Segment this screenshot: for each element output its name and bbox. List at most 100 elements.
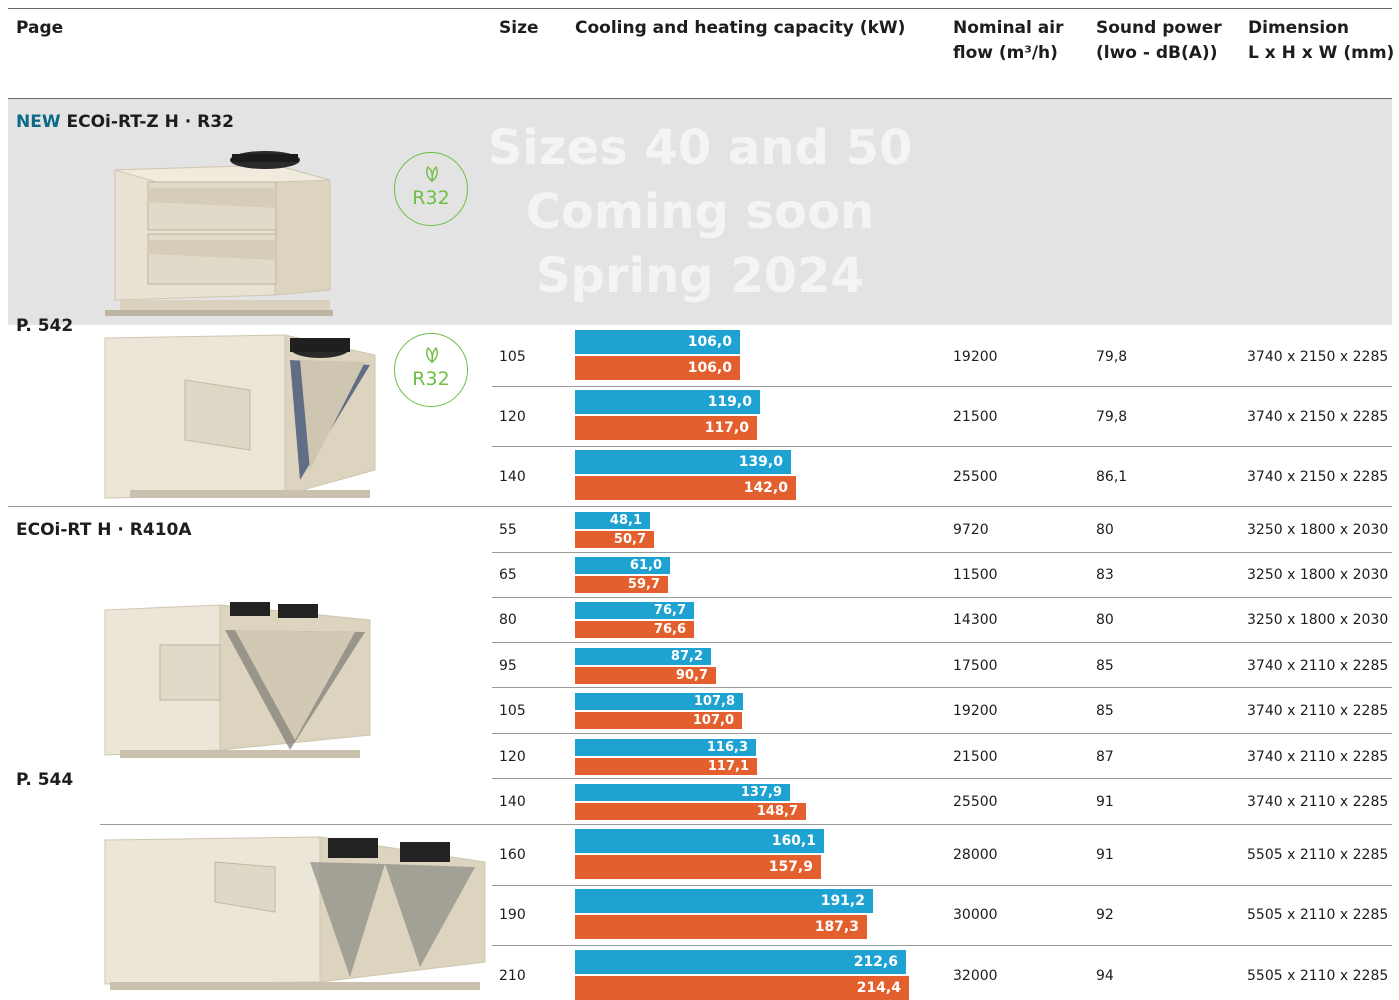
dimension-cell: 3250 x 1800 x 2030 [1247, 522, 1389, 538]
airflow-cell: 30000 [953, 907, 998, 923]
size-cell: 105 [499, 349, 526, 365]
cooling-capacity-bar: 87,2 [575, 648, 711, 665]
r32-badge-text-1: R32 [412, 187, 450, 209]
header-page: Page [16, 18, 64, 38]
header-airflow-line1: Nominal air [953, 18, 1064, 38]
airflow-cell: 32000 [953, 968, 998, 984]
size-cell: 120 [499, 749, 526, 765]
new-label: NEW [16, 112, 61, 132]
airflow-cell: 21500 [953, 749, 998, 765]
leaf-icon [426, 165, 438, 183]
page-ref-544: P. 544 [16, 770, 74, 790]
cooling-capacity-bar: 76,7 [575, 602, 694, 619]
airflow-cell: 25500 [953, 794, 998, 810]
size-cell: 160 [499, 847, 526, 863]
rooftop-unit-image-r32 [104, 334, 376, 499]
header-dimension-line2: L x H x W (mm) [1248, 43, 1395, 63]
row-divider [492, 733, 1392, 734]
airflow-cell: 25500 [953, 469, 998, 485]
size-cell: 140 [499, 794, 526, 810]
section1-title: NEW ECOi-RT-Z H · R32 [16, 112, 234, 132]
top-rule [8, 8, 1392, 9]
heating-capacity-bar: 117,1 [575, 758, 757, 775]
airflow-cell: 14300 [953, 612, 998, 628]
cooling-capacity-bar: 61,0 [575, 557, 670, 574]
size-cell: 65 [499, 567, 517, 583]
size-cell: 210 [499, 968, 526, 984]
airflow-cell: 19200 [953, 703, 998, 719]
cooling-capacity-bar: 106,0 [575, 330, 740, 354]
header-sound-line1: Sound power [1096, 18, 1222, 38]
dimension-cell: 5505 x 2110 x 2285 [1247, 968, 1389, 984]
r32-badge-2: R32 [394, 333, 468, 407]
sound-cell: 85 [1096, 703, 1114, 719]
sound-cell: 85 [1096, 658, 1114, 674]
sound-cell: 86,1 [1096, 469, 1128, 485]
header-sound-line2: (lwo - dB(A)) [1096, 43, 1218, 63]
coming-soon-line2: Coming soon [525, 184, 875, 240]
cooling-capacity-bar: 137,9 [575, 784, 790, 801]
heating-capacity-bar: 148,7 [575, 803, 806, 820]
r32-badge-1: R32 [394, 152, 468, 226]
sound-cell: 94 [1096, 968, 1114, 984]
size-cell: 120 [499, 409, 526, 425]
dimension-cell: 5505 x 2110 x 2285 [1247, 847, 1389, 863]
size-cell: 190 [499, 907, 526, 923]
cooling-capacity-bar: 160,1 [575, 829, 824, 853]
r32-badge-text-2: R32 [412, 368, 450, 390]
cooling-capacity-bar: 212,6 [575, 950, 906, 974]
page-ref-542: P. 542 [16, 316, 74, 336]
size-cell: 105 [499, 703, 526, 719]
row-divider [492, 552, 1392, 553]
heating-capacity-bar: 157,9 [575, 855, 821, 879]
heating-capacity-bar: 187,3 [575, 915, 867, 939]
dimension-cell: 3740 x 2150 x 2285 [1247, 469, 1389, 485]
row-divider [492, 778, 1392, 779]
heating-capacity-bar: 50,7 [575, 531, 654, 548]
cooling-capacity-bar: 139,0 [575, 450, 791, 474]
coming-soon-line1: Sizes 40 and 50 [487, 120, 913, 176]
airflow-cell: 11500 [953, 567, 998, 583]
airflow-cell: 28000 [953, 847, 998, 863]
row-divider [492, 687, 1392, 688]
dimension-cell: 3740 x 2150 x 2285 [1247, 349, 1389, 365]
section-divider-1 [8, 506, 1392, 507]
cooling-capacity-bar: 107,8 [575, 693, 743, 710]
coming-soon-text: Sizes 40 and 50 Coming soon Spring 2024 [460, 116, 940, 308]
header-size: Size [499, 18, 539, 38]
cooling-capacity-bar: 116,3 [575, 739, 756, 756]
heating-capacity-bar: 59,7 [575, 576, 668, 593]
row-divider [492, 885, 1392, 886]
section-divider-2 [100, 824, 1392, 825]
sound-cell: 91 [1096, 794, 1114, 810]
sound-cell: 79,8 [1096, 409, 1128, 425]
size-cell: 95 [499, 658, 517, 674]
section2-title: ECOi-RT H · R410A [16, 520, 192, 540]
airflow-cell: 19200 [953, 349, 998, 365]
sound-cell: 92 [1096, 907, 1114, 923]
heating-capacity-bar: 107,0 [575, 712, 742, 729]
heating-capacity-bar: 106,0 [575, 356, 740, 380]
sound-cell: 79,8 [1096, 349, 1128, 365]
dimension-cell: 5505 x 2110 x 2285 [1247, 907, 1389, 923]
airflow-cell: 17500 [953, 658, 998, 674]
row-divider [492, 386, 1392, 387]
dimension-cell: 3250 x 1800 x 2030 [1247, 612, 1389, 628]
sound-cell: 83 [1096, 567, 1114, 583]
dimension-cell: 3740 x 2110 x 2285 [1247, 749, 1389, 765]
header-dimension-line1: Dimension [1248, 18, 1350, 38]
rooftop-unit-image-small [105, 151, 333, 316]
row-divider [492, 446, 1392, 447]
section1-model: ECOi-RT-Z H · R32 [66, 112, 234, 132]
dimension-cell: 3740 x 2150 x 2285 [1247, 409, 1389, 425]
header-airflow-line2: flow (m³/h) [953, 43, 1058, 63]
size-cell: 80 [499, 612, 517, 628]
rooftop-unit-image-r410a [104, 602, 371, 758]
coming-soon-line3: Spring 2024 [536, 248, 864, 304]
leaf-icon [426, 346, 438, 364]
size-cell: 140 [499, 469, 526, 485]
heating-capacity-bar: 117,0 [575, 416, 757, 440]
sound-cell: 80 [1096, 612, 1114, 628]
header-capacity: Cooling and heating capacity (kW) [575, 18, 906, 38]
sound-cell: 91 [1096, 847, 1114, 863]
